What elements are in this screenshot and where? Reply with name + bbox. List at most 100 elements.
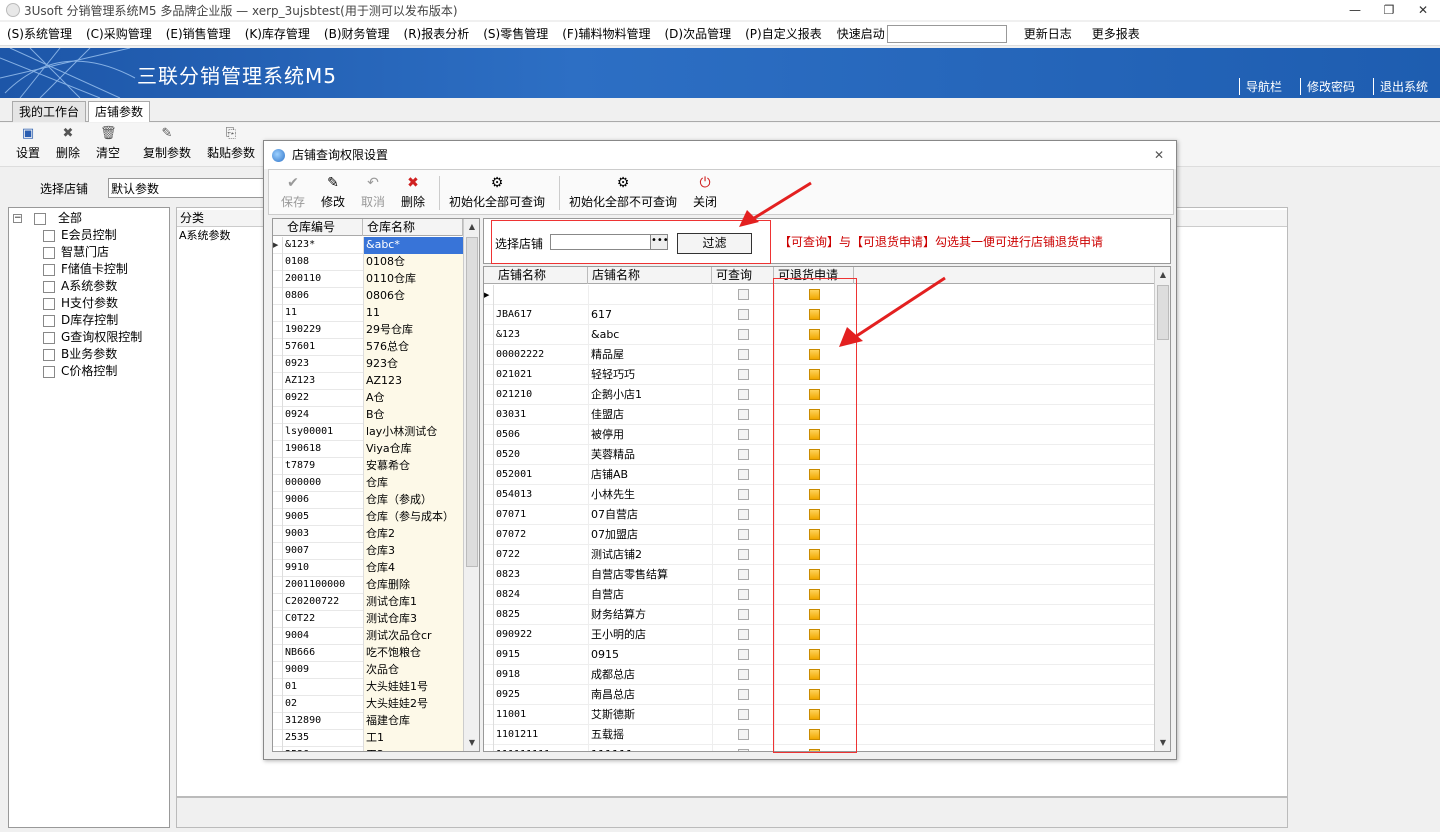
menu-more-reports[interactable]: 更多报表 [1085,22,1147,46]
store-row[interactable]: 021210 企鹅小店1 [484,385,1154,405]
maximize-button[interactable]: ❐ [1372,0,1406,20]
close-window-button[interactable]: ✕ [1406,0,1440,20]
can-query-checkbox[interactable] [738,689,749,700]
warehouse-row[interactable]: 9007 仓库3 [273,543,463,560]
warehouse-row[interactable]: 312890 福建仓库 [273,713,463,730]
menu-retail[interactable]: (S)零售管理 [476,22,555,46]
tree-item-checkbox[interactable] [43,263,55,276]
tree-item-checkbox[interactable] [43,331,55,344]
clear-button[interactable]: 🗑 清空 [96,127,120,161]
store-row[interactable]: 0520 芙蓉精品 [484,445,1154,465]
store-row[interactable]: 11001 艾斯德斯 [484,705,1154,725]
warehouse-row[interactable]: 9009 次品仓 [273,662,463,679]
can-return-checkbox[interactable] [809,369,820,380]
tab-store-params[interactable]: 店铺参数 [88,101,151,122]
col-warehouse-code[interactable]: 仓库编号 [283,219,363,236]
dialog-close-icon[interactable]: ✕ [1154,141,1164,169]
can-return-checkbox[interactable] [809,329,820,340]
tree-item[interactable]: G查询权限控制 [43,329,142,346]
tree-item[interactable]: B业务参数 [43,346,117,363]
store-row[interactable]: 111111111111111 [484,745,1154,751]
warehouse-row[interactable]: 190229 29号仓库 [273,322,463,339]
store-row[interactable]: 021021 轻轻巧巧 [484,365,1154,385]
can-query-checkbox[interactable] [738,349,749,360]
scroll-thumb[interactable] [1157,285,1169,340]
can-return-checkbox[interactable] [809,509,820,520]
can-query-checkbox[interactable] [738,749,749,751]
can-return-checkbox[interactable] [809,629,820,640]
scroll-down-icon[interactable]: ▼ [464,735,479,751]
store-row[interactable]: 0823 自营店零售结算 [484,565,1154,585]
menu-finance[interactable]: (B)财务管理 [317,22,397,46]
can-query-checkbox[interactable] [738,469,749,480]
warehouse-row[interactable]: NB666 吃不饱粮仓 [273,645,463,662]
can-query-checkbox[interactable] [738,389,749,400]
can-query-checkbox[interactable] [738,509,749,520]
tree-item-checkbox[interactable] [43,348,55,361]
init-all-query-button[interactable]: ⚙ 初始化全部可查询 [449,175,545,210]
store-row[interactable]: 0918 成都总店 [484,665,1154,685]
can-return-checkbox[interactable] [809,689,820,700]
can-return-checkbox[interactable] [809,709,820,720]
can-return-checkbox[interactable] [809,549,820,560]
browse-dots-button[interactable]: ••• [650,234,669,250]
warehouse-row[interactable]: 2535 工1 [273,730,463,747]
tree-item[interactable]: H支付参数 [43,295,118,312]
store-row[interactable]: 03031 佳盟店 [484,405,1154,425]
store-grid-scrollbar[interactable]: ▲ ▼ [1154,267,1170,751]
col-can-return[interactable]: 可退货申请 [774,267,854,284]
can-query-checkbox[interactable] [738,409,749,420]
warehouse-row[interactable]: 0924 B仓 [273,407,463,424]
store-row[interactable]: 07072 07加盟店 [484,525,1154,545]
warehouse-grid-scrollbar[interactable]: ▲ ▼ [463,219,479,751]
warehouse-row[interactable]: 0922 A仓 [273,390,463,407]
can-query-checkbox[interactable] [738,629,749,640]
can-query-checkbox[interactable] [738,669,749,680]
menu-system[interactable]: (S)系统管理 [0,22,79,46]
can-query-checkbox[interactable] [738,729,749,740]
can-return-checkbox[interactable] [809,409,820,420]
paste-params-button[interactable]: ⎘ 黏贴参数 [207,127,255,161]
can-return-checkbox[interactable] [809,469,820,480]
warehouse-row[interactable]: 11 11 [273,305,463,322]
tree-item[interactable]: 智慧门店 [43,244,109,261]
nav-bar-link[interactable]: 导航栏 [1238,78,1288,95]
menu-custom-report[interactable]: (P)自定义报表 [738,22,829,46]
copy-params-button[interactable]: ✎ 复制参数 [143,127,191,161]
tab-workbench[interactable]: 我的工作台 [12,101,87,122]
warehouse-row[interactable]: 200110 0110仓库 [273,271,463,288]
can-query-checkbox[interactable] [738,449,749,460]
can-query-checkbox[interactable] [738,529,749,540]
warehouse-row[interactable]: C20200722 测试仓库1 [273,594,463,611]
warehouse-row[interactable]: 57601 576总仓 [273,339,463,356]
can-return-checkbox[interactable] [809,589,820,600]
warehouse-row[interactable]: 0923 923仓 [273,356,463,373]
can-return-checkbox[interactable] [809,569,820,580]
can-return-checkbox[interactable] [809,389,820,400]
can-return-checkbox[interactable] [809,669,820,680]
can-return-checkbox[interactable] [809,489,820,500]
cancel-button[interactable]: ↶ 取消 [361,175,385,210]
warehouse-row[interactable]: 000000 仓库 [273,475,463,492]
menu-defective[interactable]: (D)次品管理 [658,22,739,46]
store-row[interactable]: JBA617 617 [484,305,1154,325]
store-row[interactable]: &123 &abc [484,325,1154,345]
can-query-checkbox[interactable] [738,309,749,320]
warehouse-row[interactable]: 9004 测试次品仓cr [273,628,463,645]
can-query-checkbox[interactable] [738,489,749,500]
store-row[interactable]: 0506 被停用 [484,425,1154,445]
can-query-checkbox[interactable] [738,709,749,720]
warehouse-row[interactable]: 0108 0108仓 [273,254,463,271]
tree-item-checkbox[interactable] [43,314,55,327]
tree-item[interactable]: A系统参数 [43,278,117,295]
warehouse-row[interactable]: lsy00001 lay小林测试仓 [273,424,463,441]
can-return-checkbox[interactable] [809,749,820,751]
can-query-checkbox[interactable] [738,589,749,600]
warehouse-row[interactable]: ▶ &123* &abc* [273,237,463,254]
can-return-checkbox[interactable] [809,649,820,660]
store-row[interactable]: 0825 财务结算方 [484,605,1154,625]
warehouse-row[interactable]: 0806 0806仓 [273,288,463,305]
change-password-link[interactable]: 修改密码 [1299,78,1361,95]
scroll-thumb[interactable] [466,237,478,567]
store-row[interactable]: ▶ [484,285,1154,305]
